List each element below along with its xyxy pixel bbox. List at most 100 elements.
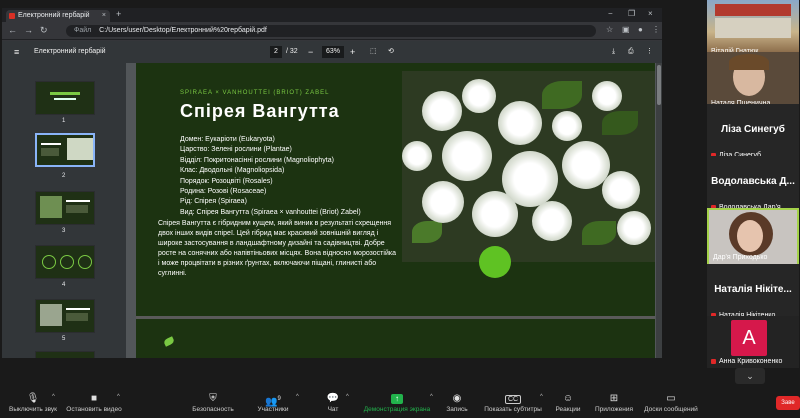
participant-name: Дар'я Приходько <box>713 254 768 261</box>
participant-tile[interactable]: Віталій Гнатюк <box>707 0 799 58</box>
pdf-viewer: 1 2 3 4 5 SPIRAEA × VANHOUTTEI (BRIOT) Z… <box>2 63 662 358</box>
reactions-icon: ☺ <box>562 393 574 404</box>
leaf-icon <box>162 336 176 347</box>
download-icon[interactable]: ⤓ <box>612 41 615 63</box>
more-icon[interactable]: ⋮ <box>646 41 653 63</box>
chat-button[interactable]: 💬 Чат <box>322 392 344 418</box>
forward-icon[interactable]: → <box>24 25 33 35</box>
rotate-icon[interactable]: ⟲ <box>388 41 394 63</box>
browser-tab-bar: Електронний гербарій × + − ❐ × <box>2 8 662 22</box>
star-icon[interactable]: ☆ <box>606 25 613 34</box>
pdf-icon <box>9 13 15 19</box>
participant-tile[interactable]: Наталія Нікіте... Наталія Нікітенко <box>707 264 799 322</box>
shield-icon: ⛨ <box>209 393 217 404</box>
browser-tab[interactable]: Електронний гербарій × <box>6 10 110 22</box>
thumbnail-page[interactable] <box>35 191 95 225</box>
new-tab-button[interactable]: + <box>116 9 121 19</box>
thumbnail-page[interactable] <box>35 351 95 358</box>
zoom-out-button[interactable]: − <box>308 41 313 63</box>
minimize-button[interactable]: − <box>608 9 613 18</box>
participants-button[interactable]: 👥9 Участники <box>254 392 292 418</box>
chevron-up-icon[interactable]: ^ <box>430 394 433 400</box>
hamburger-icon[interactable]: ≡ <box>14 41 19 63</box>
stop-video-button[interactable]: ■ Остановить видео <box>64 392 124 418</box>
page-number-input[interactable]: 2 <box>270 46 282 58</box>
taxonomy-line: Родина: Розові (Rosaceae) <box>180 188 267 196</box>
participant-name: Анна Кривоконенко <box>719 358 783 365</box>
zoom-in-button[interactable]: + <box>350 41 355 63</box>
participant-display-name: Водолавська Д... <box>711 176 795 187</box>
chevron-up-icon[interactable]: ^ <box>346 394 349 400</box>
taxonomy-line: Царство: Зелені рослини (Plantae) <box>180 146 292 154</box>
participant-tile[interactable]: Ліза Синегуб Ліза Синегуб <box>707 104 799 162</box>
thumbnail-number: 3 <box>62 228 66 234</box>
chevron-up-icon[interactable]: ^ <box>52 394 55 400</box>
scroll-down-button[interactable]: ⌄ <box>735 368 765 384</box>
participant-display-name: Наталія Нікіте... <box>714 284 792 295</box>
menu-icon[interactable]: ⋮ <box>652 25 660 34</box>
participants-icon: 👥9 <box>265 396 281 408</box>
chevron-up-icon[interactable]: ^ <box>540 394 543 400</box>
pdf-title: Електронний гербарій <box>34 48 106 55</box>
thumbnail-number: 2 <box>62 173 66 179</box>
meeting-toolbar: 🎙 Выключить звук ^ ■ Остановить видео ^ … <box>0 392 800 418</box>
participant-tile[interactable]: Наталя Пшенична <box>707 52 799 110</box>
security-button[interactable]: ⛨ Безопасность <box>190 392 236 418</box>
share-screen-icon: ↑ <box>391 394 403 404</box>
tab-title: Електронний гербарій <box>18 12 90 19</box>
maximize-button[interactable]: ❐ <box>628 9 635 18</box>
mute-label: Выключить звук <box>8 406 58 413</box>
thumbnail-page-selected[interactable] <box>35 133 95 167</box>
close-tab-icon[interactable]: × <box>102 10 106 22</box>
profile-icon[interactable]: ● <box>638 25 643 34</box>
taxonomy-line: Порядок: Розоцвіті (Rosales) <box>180 177 273 185</box>
thumbnail-page[interactable] <box>35 299 95 333</box>
taxonomy-line: Домен: Еукаріоти (Eukaryota) <box>180 136 275 143</box>
participant-tile[interactable]: Водолавська Д... Водолавська Дар'я <box>707 156 799 214</box>
record-label: Запись <box>446 406 468 413</box>
participant-tile[interactable]: A Анна Кривоконенко <box>707 316 799 368</box>
url-input[interactable]: Файл C:/Users/user/Desktop/Електронний%2… <box>66 25 596 37</box>
muted-mic-icon <box>711 359 716 364</box>
share-screen-button[interactable]: ↑ Демонстрация экрана <box>360 392 434 418</box>
participant-tile-active-speaker[interactable]: Дар'я Приходько <box>707 208 799 266</box>
share-label: Демонстрация экрана <box>363 406 431 413</box>
shared-screen: Електронний гербарій × + − ❐ × ← → ↻ Фай… <box>2 8 662 358</box>
whiteboard-button[interactable]: ▭ Доски сообщений <box>642 392 700 418</box>
fit-page-icon[interactable]: ⬚ <box>370 41 377 63</box>
security-label: Безопасность <box>192 406 234 413</box>
zoom-level[interactable]: 63% <box>322 46 345 58</box>
chevron-up-icon[interactable]: ^ <box>117 394 120 400</box>
pdf-scrollbar[interactable] <box>656 63 662 358</box>
taxonomy-line: Вид: Спірея Вангутта (Spiraea × vanhoutt… <box>180 208 361 216</box>
chat-bubble-icon: 💬 <box>326 393 340 404</box>
pdf-page-slide: SPIRAEA × VANHOUTTEI (BRIOT) ZABEL Спіре… <box>136 63 655 358</box>
participants-label: Участники <box>257 406 289 413</box>
file-label: Файл <box>74 27 92 34</box>
whiteboard-label: Доски сообщений <box>644 406 698 413</box>
taxonomy-line: Клас: Дводольні (Magnoliopsida) <box>180 167 285 175</box>
close-window-button[interactable]: × <box>648 9 653 18</box>
slide-title: Спірея Вангутта <box>180 101 340 121</box>
apps-button[interactable]: ⊞ Приложения <box>592 392 636 418</box>
record-button[interactable]: ◉ Запись <box>444 392 470 418</box>
video-camera-icon: ■ <box>90 393 98 404</box>
reload-icon[interactable]: ↻ <box>40 25 48 36</box>
thumbnail-page[interactable] <box>35 245 95 279</box>
thumbnail-photo <box>67 138 93 160</box>
captions-icon: CC <box>482 392 544 406</box>
reactions-button[interactable]: ☺ Реакции <box>554 392 582 418</box>
record-icon: ◉ <box>452 393 462 404</box>
thumbnail-page[interactable] <box>35 81 95 115</box>
back-icon[interactable]: ← <box>8 25 17 35</box>
participant-display-name: Ліза Синегуб <box>721 124 785 135</box>
thumbnail-sidebar: 1 2 3 4 5 <box>2 63 126 358</box>
chevron-up-icon[interactable]: ^ <box>296 394 299 400</box>
extensions-icon[interactable]: ▣ <box>622 25 630 34</box>
taxonomy-line: Відділ: Покритонасінні рослини (Magnolio… <box>180 156 334 164</box>
leave-button[interactable]: Заве <box>776 396 800 410</box>
green-dot-decoration <box>479 246 511 278</box>
print-icon[interactable]: ⎙ <box>628 41 634 63</box>
thumbnail-number: 4 <box>62 282 66 288</box>
captions-button[interactable]: CC Показать субтитры <box>482 392 544 418</box>
